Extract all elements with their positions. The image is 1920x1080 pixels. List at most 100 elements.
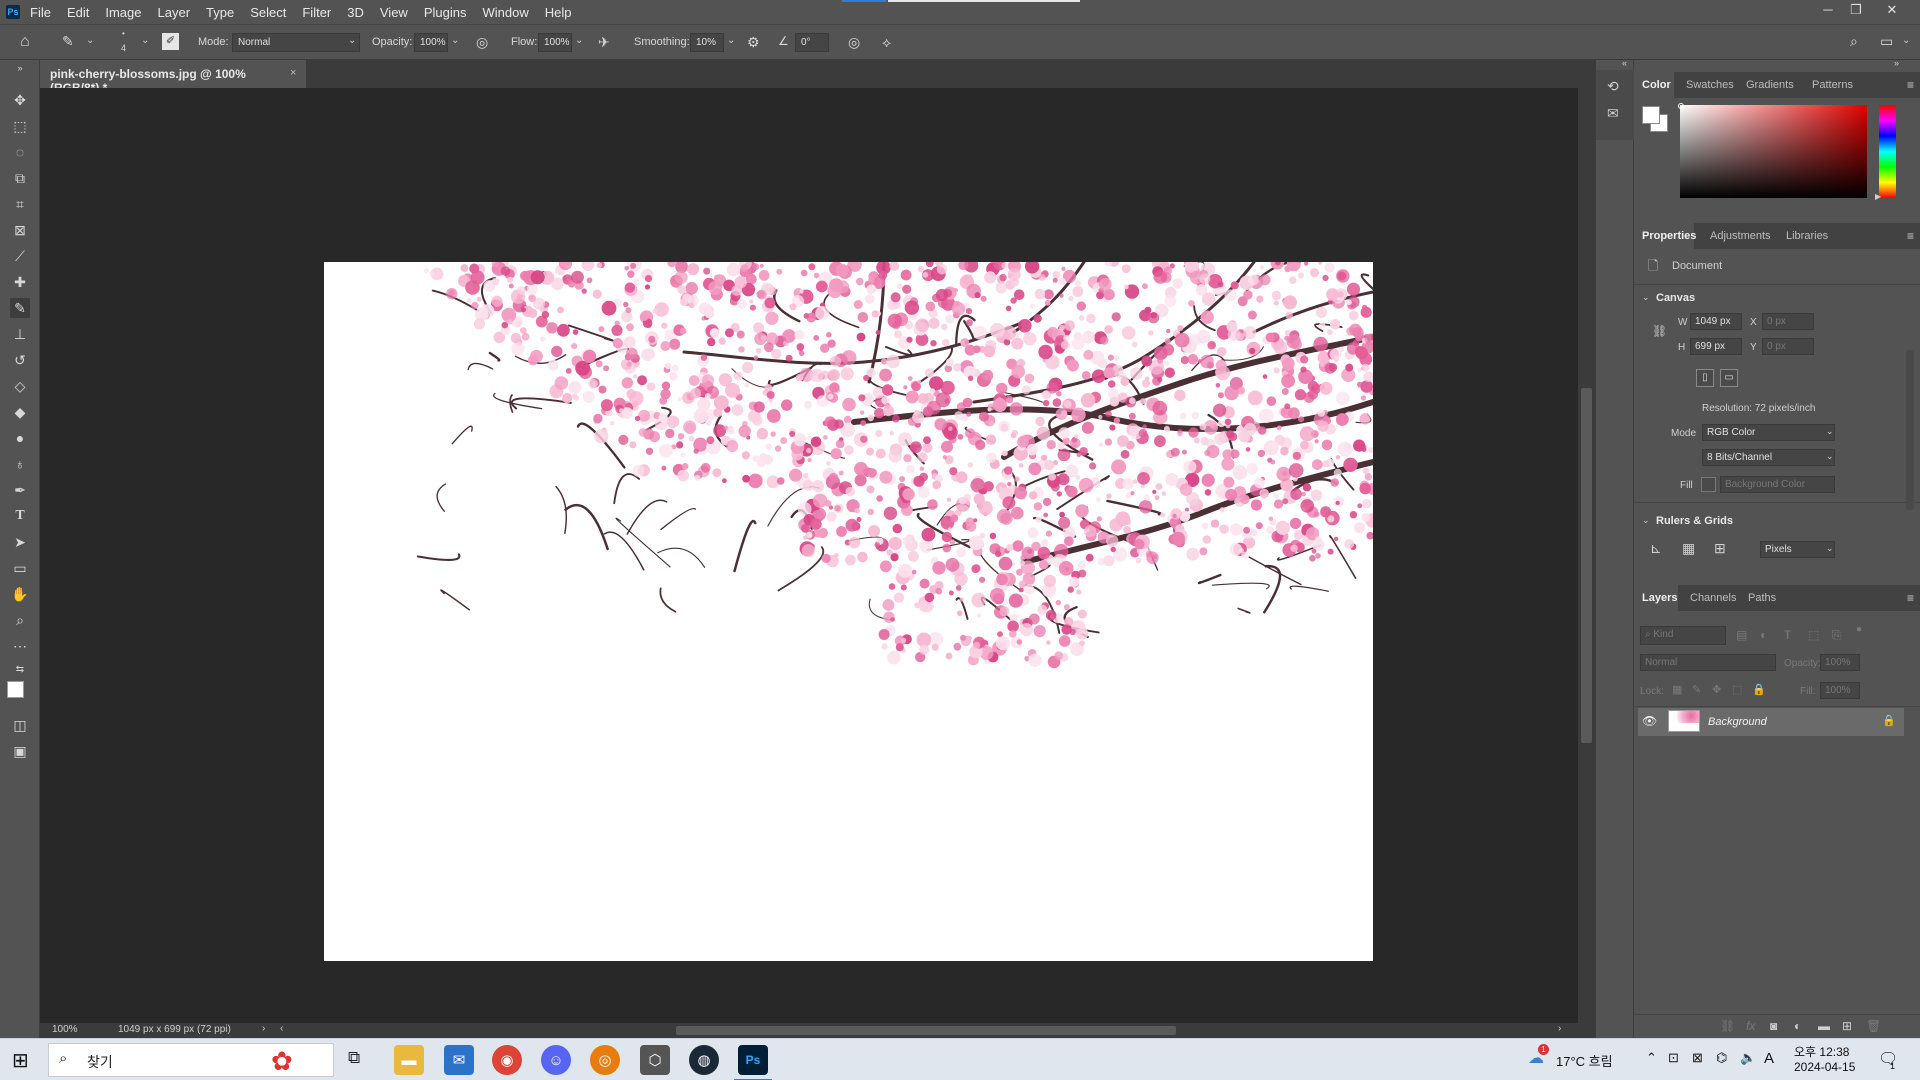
discord-icon[interactable]: ☺ <box>541 1045 571 1075</box>
adjustment-layer-icon[interactable]: ◐ <box>1794 1019 1801 1033</box>
steam-icon[interactable]: ◍ <box>689 1045 719 1075</box>
menu-plugins[interactable]: Plugins <box>424 5 467 20</box>
menu-window[interactable]: Window <box>482 5 528 20</box>
document-tab[interactable]: pink-cherry-blossoms.jpg @ 100% (RGB/8*)… <box>40 60 306 95</box>
tab-channels[interactable]: Channels <box>1690 592 1736 604</box>
filter-pixel-icon[interactable]: ▤ <box>1736 628 1747 642</box>
chevron-down-icon[interactable]: ⌄ <box>1642 292 1650 303</box>
zoom-level[interactable]: 100% <box>52 1024 78 1035</box>
chevron-down-icon[interactable]: ⌄ <box>727 35 735 46</box>
weather-text[interactable]: 17°C 흐림 <box>1556 1051 1613 1070</box>
add-mask-icon[interactable]: ◙ <box>1770 1019 1777 1033</box>
portrait-orientation-icon[interactable]: ▯ <box>1696 369 1714 387</box>
collapse-icon[interactable]: » <box>10 58 30 78</box>
move-tool-icon[interactable]: ✥ <box>10 90 30 110</box>
workspace-icon[interactable]: ▭ <box>1880 33 1893 50</box>
panel-menu-icon[interactable]: ≡ <box>1907 229 1914 243</box>
gear-icon[interactable]: ⚙ <box>747 34 760 51</box>
dodge-tool-icon[interactable]: ♁ <box>10 454 30 474</box>
new-group-icon[interactable]: ▬ <box>1818 1019 1830 1033</box>
visibility-eye-icon[interactable]: 👁 <box>1642 714 1657 728</box>
delete-layer-icon[interactable]: 🗑 <box>1866 1019 1881 1033</box>
menu-filter[interactable]: Filter <box>302 5 331 20</box>
minimize-icon[interactable]: ─ <box>1818 2 1838 17</box>
close-window-icon[interactable]: ✕ <box>1882 2 1902 18</box>
filter-adjustment-icon[interactable]: ◐ <box>1760 628 1767 642</box>
airbrush-icon[interactable]: ✈ <box>598 34 610 51</box>
fx-icon[interactable]: fx <box>1746 1019 1755 1033</box>
horizontal-scroll-thumb[interactable] <box>676 1026 1176 1035</box>
pen-tool-icon[interactable]: ✒ <box>10 480 30 500</box>
tab-layers[interactable]: Layers <box>1642 592 1677 604</box>
photoshop-taskbar-icon[interactable]: Ps <box>738 1045 768 1075</box>
close-tab-icon[interactable]: × <box>290 67 296 79</box>
properties-scrollbar[interactable] <box>1906 350 1914 510</box>
guides-icon[interactable]: ⊞ <box>1714 540 1726 557</box>
tab-properties[interactable]: Properties <box>1642 230 1696 242</box>
path-select-tool-icon[interactable]: ➤ <box>10 532 30 552</box>
menu-help[interactable]: Help <box>545 5 572 20</box>
units-select[interactable]: Pixels <box>1760 541 1835 558</box>
angle-input[interactable]: 0° <box>795 33 829 52</box>
chevron-up-icon[interactable]: ⌃ <box>1646 1050 1657 1066</box>
more-tools-icon[interactable]: ⋯ <box>10 636 30 656</box>
windows-start-icon[interactable]: ⊞ <box>12 1048 29 1073</box>
menu-file[interactable]: File <box>30 5 51 20</box>
rectangle-tool-icon[interactable]: ▭ <box>10 558 30 578</box>
paint-bucket-tool-icon[interactable]: ◆ <box>10 402 30 422</box>
chevron-left-icon[interactable]: ‹ <box>280 1023 283 1034</box>
symmetry-icon[interactable]: ⟡ <box>882 34 891 51</box>
pressure-size-icon[interactable]: ◎ <box>848 34 860 51</box>
bit-depth-select[interactable]: 8 Bits/Channel <box>1702 449 1835 466</box>
taskbar-search-box[interactable]: ⌕ 찾기 ✿ <box>48 1043 334 1077</box>
canvas-width-input[interactable]: 1049 px <box>1690 313 1742 330</box>
tray-app-icon[interactable]: ⊡ <box>1668 1050 1679 1066</box>
screen-mode-icon[interactable]: ▣ <box>10 741 30 761</box>
healing-brush-tool-icon[interactable]: ✚ <box>10 272 30 292</box>
comments-panel-icon[interactable]: ✉ <box>1607 105 1619 122</box>
quick-mask-icon[interactable]: ◫ <box>10 715 30 735</box>
ruler-icon[interactable]: ⊾ <box>1650 540 1662 557</box>
chevron-down-icon[interactable]: ⌄ <box>86 35 94 46</box>
tab-patterns[interactable]: Patterns <box>1812 79 1853 91</box>
search-icon[interactable]: ⌕ <box>1850 33 1858 50</box>
menu-select[interactable]: Select <box>250 5 286 20</box>
canvas-area[interactable] <box>40 88 1578 1023</box>
type-tool-icon[interactable]: T <box>10 506 30 526</box>
ime-indicator[interactable]: A <box>1764 1050 1774 1067</box>
collapse-panels-icon[interactable]: « <box>1622 58 1627 68</box>
panel-menu-icon[interactable]: ≡ <box>1907 591 1914 605</box>
hue-slider-handle[interactable]: ▶ <box>1875 192 1881 201</box>
layer-name[interactable]: Background <box>1708 716 1767 728</box>
smoothing-input[interactable]: 10% <box>690 33 724 52</box>
history-panel-icon[interactable]: ⟲ <box>1607 78 1619 95</box>
eraser-tool-icon[interactable]: ◇ <box>10 376 30 396</box>
tab-paths[interactable]: Paths <box>1748 592 1776 604</box>
mode-select[interactable]: Normal <box>232 33 360 52</box>
flow-input[interactable]: 100% <box>538 33 572 52</box>
brush-panel-icon[interactable]: ✐ <box>162 33 179 50</box>
canvas-height-input[interactable]: 699 px <box>1690 338 1742 355</box>
tab-color[interactable]: Color <box>1642 79 1671 91</box>
lock-artboard-icon[interactable]: ⬚ <box>1732 683 1742 696</box>
frame-tool-icon[interactable]: ⊠ <box>10 220 30 240</box>
blur-tool-icon[interactable]: ● <box>10 428 30 448</box>
menu-layer[interactable]: Layer <box>158 5 191 20</box>
clock-time[interactable]: 오후 12:38 <box>1794 1043 1849 1060</box>
menu-image[interactable]: Image <box>105 5 141 20</box>
document-canvas[interactable] <box>324 262 1373 961</box>
home-icon[interactable]: ⌂ <box>20 33 30 51</box>
brush-size[interactable]: 4 <box>121 43 126 53</box>
lasso-tool-icon[interactable]: ◌ <box>10 142 30 162</box>
chevron-down-icon[interactable]: ⌄ <box>575 35 583 46</box>
eyedropper-tool-icon[interactable]: ⟋ <box>10 246 30 266</box>
tab-libraries[interactable]: Libraries <box>1786 230 1828 242</box>
landscape-orientation-icon[interactable]: ▭ <box>1720 369 1738 387</box>
chevron-down-icon[interactable]: ⌄ <box>451 35 459 46</box>
grid-icon[interactable]: ▦ <box>1682 540 1695 557</box>
menu-edit[interactable]: Edit <box>67 5 89 20</box>
marquee-tool-icon[interactable]: ⬚ <box>10 116 30 136</box>
filter-toggle-icon[interactable]: ● <box>1856 624 1862 635</box>
unity-icon[interactable]: ⬡ <box>640 1045 670 1075</box>
brush-tool-icon[interactable]: ✎ <box>10 298 30 318</box>
